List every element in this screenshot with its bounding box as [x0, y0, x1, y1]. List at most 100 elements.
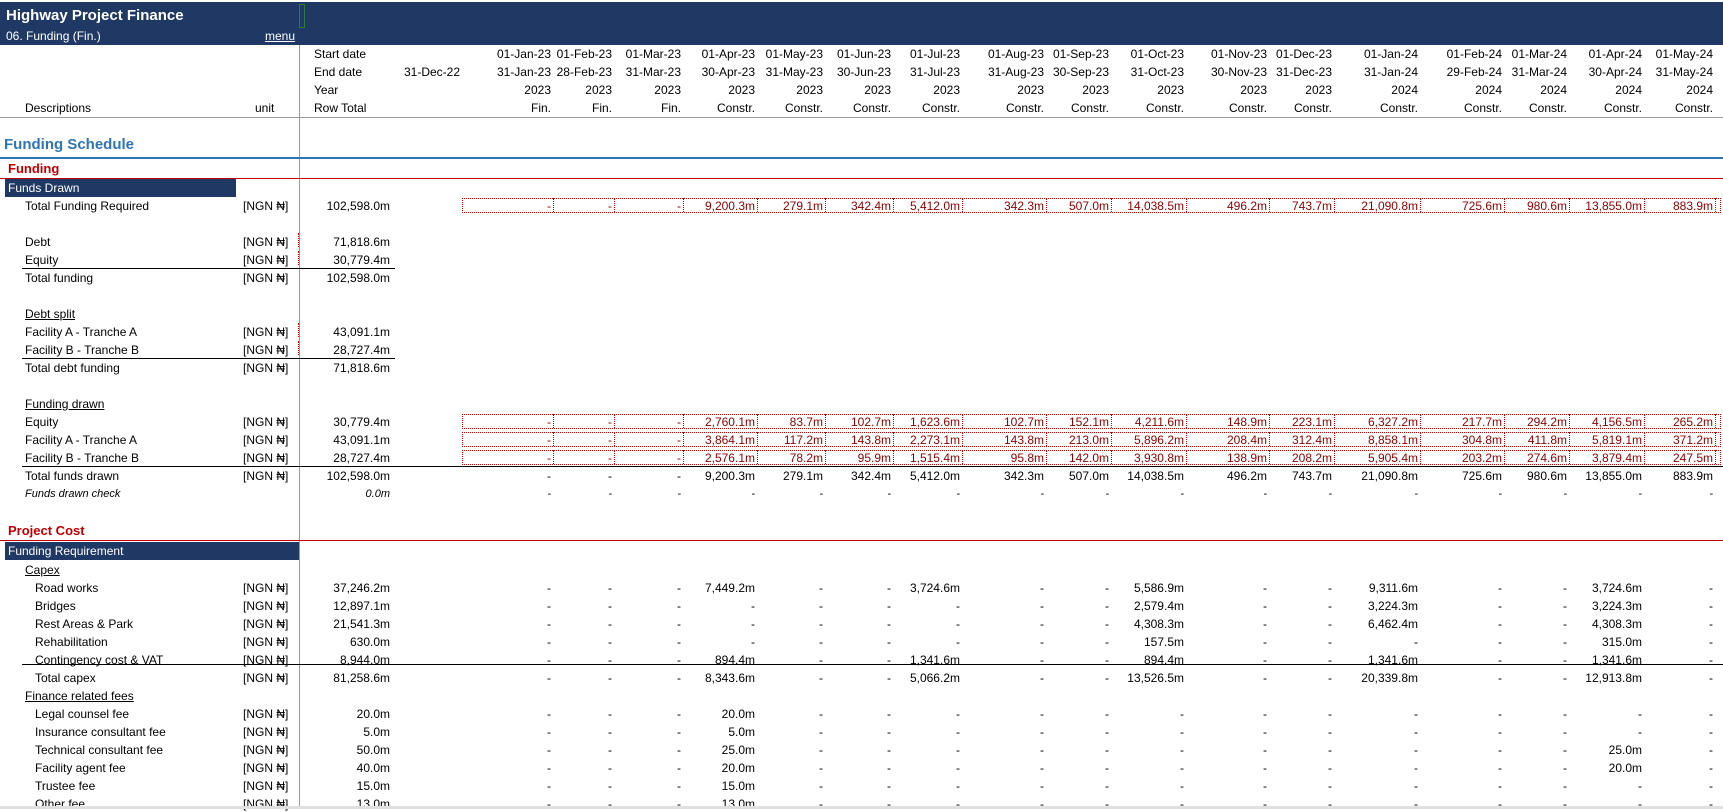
- period-end-10: 30-Nov-23: [1210, 65, 1267, 79]
- row-value-cell: 342.4m: [850, 199, 891, 213]
- row-value-cell: -: [1498, 725, 1502, 739]
- row-value-cell: -: [1638, 797, 1642, 811]
- cell-divider: [962, 414, 966, 428]
- row-label: Technical consultant fee: [35, 743, 164, 757]
- row-unit: [NGN ₦]: [243, 779, 289, 793]
- row-value-cell: -: [1709, 797, 1713, 811]
- row-value-cell: 8,858.1m: [1367, 433, 1418, 447]
- row-value-cell: -: [677, 433, 681, 447]
- row-value-cell: -: [887, 635, 891, 649]
- period-year-4: 2023: [796, 83, 823, 97]
- period-end-2: 31-Mar-23: [625, 65, 681, 79]
- row-value-cell: -: [1498, 707, 1502, 721]
- period-year-9: 2023: [1157, 83, 1184, 97]
- row-value-cell: -: [819, 617, 823, 631]
- row-value-cell: -: [1328, 671, 1332, 685]
- row-value-cell: -: [1328, 599, 1332, 613]
- row-label: Funds drawn check: [25, 488, 121, 500]
- cell-divider: [1186, 198, 1190, 212]
- row-value-cell: 279.1m: [782, 469, 823, 483]
- funding-heading-line: [0, 178, 1723, 179]
- row-total: 30,779.4m: [333, 415, 390, 429]
- row-value-cell: 78.2m: [789, 451, 823, 465]
- row-label: Equity: [25, 253, 59, 267]
- row-value-cell: -: [819, 707, 823, 721]
- row-value-cell: 3,224.3m: [1591, 599, 1642, 613]
- period-start-15: 01-Apr-24: [1588, 47, 1642, 61]
- row-value-cell: -: [887, 779, 891, 793]
- cell-divider: [1715, 450, 1719, 464]
- cell-divider: [1420, 198, 1424, 212]
- header-separator: [0, 117, 1723, 118]
- row-value-cell: -: [608, 599, 612, 613]
- row-value-cell: -: [1328, 743, 1332, 757]
- row-value-cell: -: [677, 415, 681, 429]
- cell-divider: [1569, 432, 1573, 446]
- period-phase-9: Constr.: [1145, 101, 1184, 115]
- period-phase-3: Constr.: [716, 101, 755, 115]
- row-value-cell: -: [608, 779, 612, 793]
- period-end-15: 30-Apr-24: [1588, 65, 1642, 79]
- row-value-cell: -: [608, 469, 612, 483]
- period-start-9: 01-Oct-23: [1130, 47, 1184, 61]
- row-value-cell: -: [677, 671, 681, 685]
- row-value-cell: -: [1328, 707, 1332, 721]
- row-value-cell: -: [677, 451, 681, 465]
- row-value-cell: 6,327.2m: [1367, 415, 1418, 429]
- period-start-6: 01-Jul-23: [909, 47, 960, 61]
- row-value-cell: -: [1180, 743, 1184, 757]
- row-total: 102,598.0m: [326, 199, 390, 213]
- row-total: 28,727.4m: [333, 343, 390, 357]
- row-value-cell: 1,341.6m: [1367, 653, 1418, 667]
- row-value-cell: -: [1563, 725, 1567, 739]
- cell-divider: [1420, 432, 1424, 446]
- row-value-cell: 496.2m: [1226, 199, 1267, 213]
- period-year-3: 2023: [728, 83, 755, 97]
- active-cell-cursor[interactable]: [299, 4, 305, 28]
- row-value-cell: -: [956, 725, 960, 739]
- row-unit: [NGN ₦]: [243, 653, 289, 667]
- row-value-cell: -: [1263, 797, 1267, 811]
- row-value-cell: -: [751, 488, 755, 500]
- row-value-cell: -: [1105, 725, 1109, 739]
- row-value-cell: -: [608, 617, 612, 631]
- cell-divider: [1111, 432, 1115, 446]
- row-value-cell: 9,200.3m: [704, 199, 755, 213]
- row-value-cell: 1,341.6m: [909, 653, 960, 667]
- row-label: Legal counsel fee: [35, 707, 130, 721]
- row-value-cell: 342.3m: [1003, 199, 1044, 213]
- project-cost-heading: Project Cost: [8, 523, 85, 538]
- row-value-cell: 102.7m: [1003, 415, 1044, 429]
- row-value-cell: 8,343.6m: [704, 671, 755, 685]
- row-value-cell: -: [1498, 797, 1502, 811]
- cell-divider: [1420, 450, 1424, 464]
- period-year-0: 2023: [524, 83, 551, 97]
- period-phase-6: Constr.: [921, 101, 960, 115]
- row-value-cell: -: [887, 725, 891, 739]
- row-value-cell: -: [1263, 635, 1267, 649]
- row-value-cell: -: [608, 707, 612, 721]
- row-value-cell: -: [1105, 797, 1109, 811]
- cell-divider: [1715, 432, 1719, 446]
- row-unit: [NGN ₦]: [243, 235, 289, 249]
- row-value-cell: -: [1105, 617, 1109, 631]
- row-value-cell: -: [608, 635, 612, 649]
- row-value-cell: -: [1563, 743, 1567, 757]
- row-total: 630.0m: [349, 635, 390, 649]
- row-value-cell: 4,308.3m: [1133, 617, 1184, 631]
- row-value-cell: 223.1m: [1291, 415, 1332, 429]
- row-total: 37,246.2m: [333, 581, 390, 595]
- row-value-cell: -: [1040, 488, 1044, 500]
- row-value-cell: 894.4m: [1143, 653, 1184, 667]
- row-value-cell: -: [751, 617, 755, 631]
- row-value-cell: 743.7m: [1291, 199, 1332, 213]
- row-value-cell: 883.9m: [1672, 199, 1713, 213]
- row-value-cell: -: [677, 761, 681, 775]
- menu-link[interactable]: menu: [265, 29, 295, 43]
- row-label: Total funds drawn: [25, 469, 120, 483]
- row-value-cell: -: [1263, 743, 1267, 757]
- row-unit: [NGN ₦]: [243, 617, 289, 631]
- period-start-7: 01-Aug-23: [987, 47, 1044, 61]
- period-start-3: 01-Apr-23: [701, 47, 755, 61]
- funding-heading: Funding: [8, 161, 60, 176]
